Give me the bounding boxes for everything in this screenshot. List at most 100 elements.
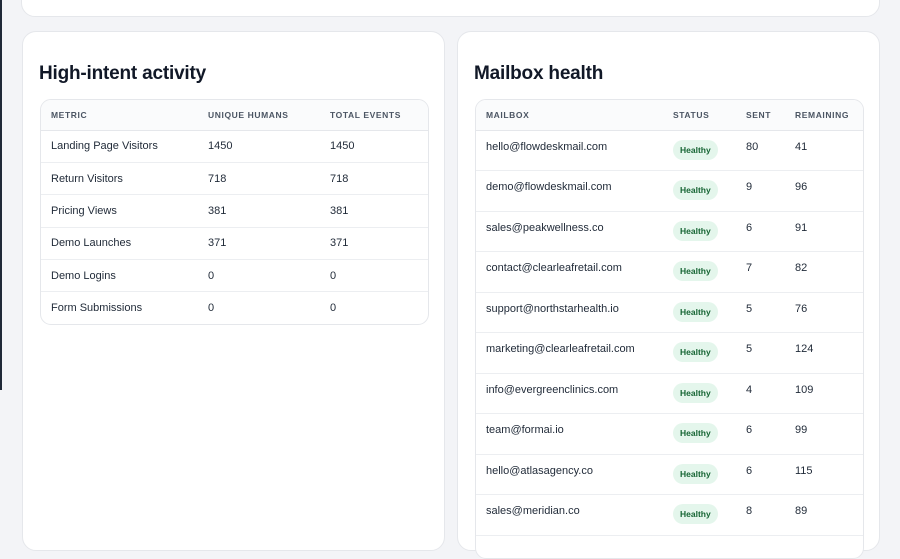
cell-remaining: 124: [785, 332, 863, 374]
cell-metric: Demo Launches: [41, 227, 198, 261]
status-badge: Healthy: [673, 382, 718, 403]
cell-unique-humans: 0: [198, 259, 320, 293]
col-header-sent[interactable]: SENT: [736, 100, 785, 131]
activity-table-wrapper: METRIC UNIQUE HUMANS TOTAL EVENTS Landin…: [40, 99, 429, 326]
mailbox-table-header: MAILBOX STATUS SENT REMAINING: [476, 100, 863, 131]
cell-mailbox: contact@clearleafretail.com: [476, 251, 663, 293]
cell-metric: Form Submissions: [51, 302, 143, 315]
table-row[interactable]: marketing@clearleafretail.com Healthy 5 124: [476, 332, 863, 374]
cell-status: Healthy: [663, 413, 736, 455]
cell-sent: 7: [736, 251, 785, 293]
card-title-activity: High-intent activity: [39, 63, 207, 84]
cell-metric: Landing Page Visitors: [41, 130, 198, 163]
cell-sent: 5: [736, 292, 785, 333]
cell-total-events: 0: [330, 302, 337, 315]
cell-remaining: 89: [785, 494, 863, 536]
cell-total-events: 0: [320, 259, 428, 293]
mailbox-health-card: Mailbox health MAILBOX STATUS SENT REMAI…: [457, 31, 880, 559]
cell-remaining: 96: [785, 170, 863, 212]
activity-table-header: METRIC UNIQUE HUMANS TOTAL EVENTS: [41, 100, 428, 131]
cell-unique-humans: 1450: [198, 130, 320, 163]
cell-unique-humans: 381: [198, 194, 320, 228]
cell-sent: 9: [736, 170, 785, 212]
cell-mailbox: team@formai.io: [476, 413, 663, 455]
table-row[interactable]: hello@atlasagency.co Healthy 6 115: [476, 454, 863, 495]
cell-mailbox: hello@flowdeskmail.com: [476, 130, 663, 171]
summary-card-top: [21, 0, 880, 17]
cell-sent: 80: [736, 130, 785, 171]
cell-status: Healthy: [663, 130, 736, 171]
cell-remaining: 109: [785, 373, 863, 414]
status-badge: Healthy: [673, 261, 718, 281]
cell-status: Healthy: [663, 332, 736, 374]
col-header-remaining[interactable]: REMAINING: [785, 100, 863, 131]
cell-status: Healthy: [663, 170, 736, 212]
cell-metric: Demo Logins: [41, 259, 198, 293]
cell-sent: 8: [736, 494, 785, 536]
mailbox-table: MAILBOX STATUS SENT REMAINING hello@flow…: [476, 100, 863, 536]
cell-total-events: 371: [320, 227, 428, 261]
cell-remaining: 99: [785, 413, 863, 455]
cell-mailbox: marketing@clearleafretail.com: [476, 332, 663, 374]
cell-unique-humans: 371: [198, 227, 320, 261]
status-badge: Healthy: [673, 301, 718, 322]
col-header-metric[interactable]: METRIC: [41, 100, 198, 131]
cell-status: Healthy: [663, 292, 736, 333]
status-badge: Healthy: [673, 504, 718, 524]
status-badge: Healthy: [673, 423, 718, 443]
cell-mailbox: info@evergreenclinics.com: [476, 373, 663, 414]
table-row[interactable]: Return Visitors 718 718: [41, 162, 428, 196]
activity-table: METRIC UNIQUE HUMANS TOTAL EVENTS Landin…: [41, 100, 428, 324]
left-edge-rule: [0, 0, 2, 390]
cell-status: Healthy: [663, 373, 736, 414]
mailbox-table-wrapper: MAILBOX STATUS SENT REMAINING hello@flow…: [475, 99, 864, 559]
status-badge: Healthy: [673, 220, 718, 241]
table-row[interactable]: Demo Launches 371 371: [41, 227, 428, 261]
cell-mailbox: sales@meridian.co: [476, 494, 663, 536]
cell-status: Healthy: [663, 251, 736, 293]
cell-status: Healthy: [663, 494, 736, 536]
cell-remaining: 115: [785, 454, 863, 495]
cell-remaining: 82: [785, 251, 863, 293]
cell-mailbox: hello@atlasagency.co: [476, 454, 663, 495]
cell-sent: 5: [736, 332, 785, 374]
status-badge: Healthy: [673, 139, 718, 160]
cell-total-events: 718: [320, 162, 428, 196]
table-row[interactable]: support@northstarhealth.io Healthy 5 76: [476, 292, 863, 333]
cell-sent: 4: [736, 373, 785, 414]
table-row[interactable]: sales@peakwellness.co Healthy 6 91: [476, 211, 863, 252]
cell-total-events: 1450: [320, 130, 428, 163]
cell-sent: 6: [736, 454, 785, 495]
col-header-unique-humans[interactable]: UNIQUE HUMANS: [198, 100, 320, 131]
col-header-total-events[interactable]: TOTAL EVENTS: [320, 100, 428, 131]
high-intent-activity-card: High-intent activity METRIC UNIQUE HUMAN…: [22, 31, 445, 551]
status-badge: Healthy: [673, 342, 718, 362]
col-header-mailbox[interactable]: MAILBOX: [476, 100, 663, 131]
cell-remaining: 76: [785, 292, 863, 333]
table-row[interactable]: Demo Logins 0 0: [41, 259, 428, 293]
cell-metric: Pricing Views: [41, 194, 198, 228]
table-row[interactable]: sales@meridian.co Healthy 8 89: [476, 494, 863, 536]
cell-sent: 6: [736, 413, 785, 455]
cell-mailbox: sales@peakwellness.co: [476, 211, 663, 252]
table-row[interactable]: team@formai.io Healthy 6 99: [476, 413, 863, 455]
cell-sent: 6: [736, 211, 785, 252]
table-row[interactable]: Landing Page Visitors 1450 1450: [41, 130, 428, 163]
cell-unique-humans: 0: [208, 302, 215, 315]
cell-mailbox: support@northstarhealth.io: [476, 292, 663, 333]
cell-remaining: 41: [785, 130, 863, 171]
status-badge: Healthy: [673, 463, 718, 484]
table-row[interactable]: info@evergreenclinics.com Healthy 4 109: [476, 373, 863, 414]
status-badge: Healthy: [673, 180, 718, 200]
card-title-mailbox: Mailbox health: [474, 63, 604, 84]
table-row[interactable]: contact@clearleafretail.com Healthy 7 82: [476, 251, 863, 293]
cell-remaining: 91: [785, 211, 863, 252]
table-row[interactable]: demo@flowdeskmail.com Healthy 9 96: [476, 170, 863, 212]
cell-metric: Return Visitors: [41, 162, 198, 196]
cell-status: Healthy: [663, 454, 736, 495]
table-row[interactable]: hello@flowdeskmail.com Healthy 80 41: [476, 130, 863, 171]
col-header-status[interactable]: STATUS: [663, 100, 736, 131]
cell-status: Healthy: [663, 211, 736, 252]
table-row[interactable]: Pricing Views 381 381: [41, 194, 428, 228]
table-row[interactable]: Form Submissions 0 0: [41, 292, 428, 324]
